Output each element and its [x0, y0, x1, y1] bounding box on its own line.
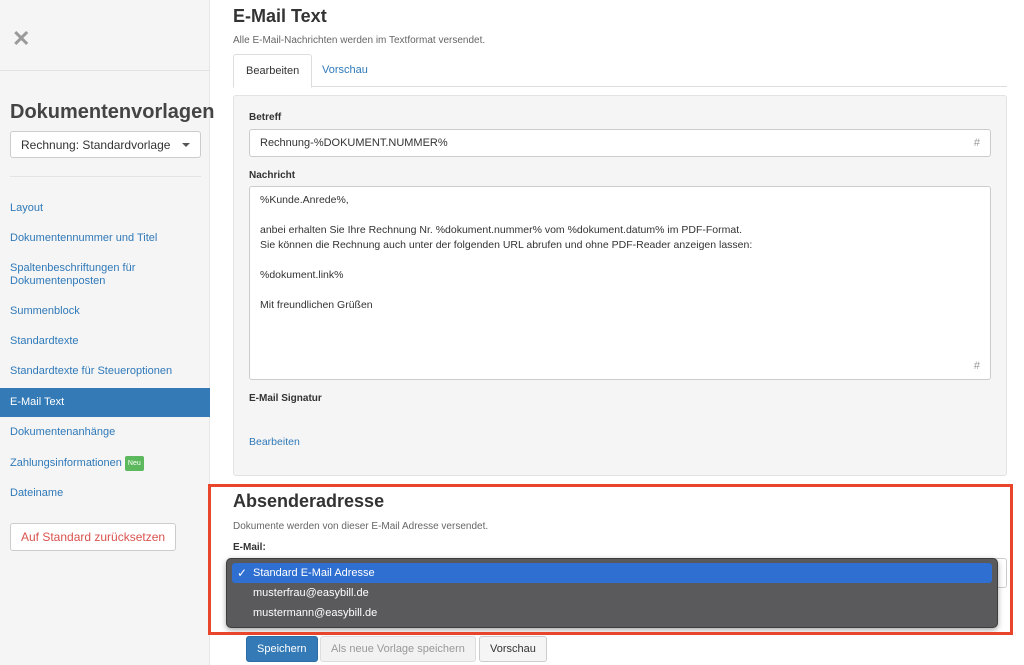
message-line: anbei erhalten Sie Ihre Rechnung Nr. %do…: [260, 224, 743, 236]
message-textarea[interactable]: %Kunde.Anrede%, anbei erhalten Sie Ihre …: [249, 186, 991, 380]
sender-section-title: Absenderadresse: [233, 491, 385, 511]
sidebar-item-label: Layout: [10, 202, 44, 214]
sidebar-item-label: Dateiname: [10, 487, 64, 499]
checkmark-icon: ✓: [237, 566, 248, 580]
message-line: [260, 283, 752, 298]
close-icon[interactable]: ✕: [12, 26, 30, 52]
tab-edit[interactable]: Bearbeiten: [233, 54, 313, 88]
sidebar-item-payment-info[interactable]: Zahlungsinformationen Neu: [0, 456, 210, 471]
sidebar-item-filename[interactable]: Dateiname: [0, 487, 210, 500]
tab-preview[interactable]: Vorschau: [310, 54, 380, 87]
sidebar-item-label: Dokumentennummer und Titel: [10, 232, 158, 244]
sidebar-item-label: Dokumentenanhänge: [10, 426, 116, 438]
subject-value: Rechnung-%DOKUMENT.NUMMER%: [260, 137, 448, 149]
email-option-mustermann[interactable]: mustermann@easybill.de: [232, 603, 992, 623]
reset-button[interactable]: Auf Standard zurücksetzen: [10, 523, 177, 551]
chevron-down-icon: [182, 143, 190, 147]
divider: [10, 176, 201, 177]
sidebar-item-label: E-Mail Text: [10, 396, 65, 408]
message-label: Nachricht: [249, 170, 296, 181]
template-select-value: Rechnung: Standardvorlage: [21, 138, 171, 152]
save-button[interactable]: Speichern: [246, 636, 318, 662]
message-line: Mit freundlichen Grüßen: [260, 299, 373, 311]
email-option-label: Standard E-Mail Adresse: [253, 567, 375, 579]
page-subtitle: Alle E-Mail-Nachrichten werden im Textfo…: [233, 35, 486, 46]
template-select[interactable]: Rechnung: Standardvorlage: [10, 131, 201, 158]
signature-label: E-Mail Signatur: [249, 393, 322, 404]
sidebar-item-label: Standardtexte für Steueroptionen: [10, 365, 173, 377]
email-editor-panel: Betreff Rechnung-%DOKUMENT.NUMMER% # Nac…: [233, 95, 1007, 476]
save-as-new-template-button[interactable]: Als neue Vorlage speichern: [320, 636, 476, 662]
sidebar-item-standard-texts[interactable]: Standardtexte: [0, 335, 210, 348]
sidebar-item-summary-block[interactable]: Summenblock: [0, 305, 210, 318]
sidebar-item-label: Standardtexte: [10, 335, 79, 347]
email-dropdown-menu: ✓ Standard E-Mail Adresse musterfrau@eas…: [226, 558, 998, 628]
divider: [0, 70, 210, 71]
signature-edit-link[interactable]: Bearbeiten: [249, 436, 300, 448]
sidebar-item-column-labels[interactable]: Spaltenbeschriftungen für Dokumentenpost…: [0, 262, 180, 288]
email-option-musterfrau[interactable]: musterfrau@easybill.de: [232, 583, 992, 603]
subject-label: Betreff: [249, 112, 282, 123]
hash-icon[interactable]: #: [974, 360, 980, 372]
sidebar-item-label: Zahlungsinformationen: [10, 457, 122, 469]
sidebar-item-label: Spaltenbeschriftungen für Dokumentenpost…: [10, 262, 136, 287]
email-option-standard[interactable]: ✓ Standard E-Mail Adresse: [232, 563, 992, 583]
message-line: Sie können die Rechnung auch unter der f…: [260, 239, 753, 251]
sidebar: ✕ Dokumentenvorlagen Rechnung: Standardv…: [0, 0, 214, 665]
new-badge: Neu: [124, 456, 144, 471]
hash-icon[interactable]: #: [974, 137, 980, 149]
message-line: [260, 208, 752, 223]
tab-bar: Bearbeiten Vorschau: [233, 54, 1007, 88]
sidebar-item-email-text[interactable]: E-Mail Text: [0, 388, 210, 417]
sidebar-item-tax-texts[interactable]: Standardtexte für Steueroptionen: [0, 365, 210, 378]
preview-button[interactable]: Vorschau: [479, 636, 547, 662]
sender-section-subtitle: Dokumente werden von dieser E-Mail Adres…: [233, 521, 489, 532]
sidebar-item-attachments[interactable]: Dokumentenanhänge: [0, 426, 210, 439]
email-option-label: musterfrau@easybill.de: [253, 587, 369, 599]
sidebar-title: Dokumentenvorlagen: [10, 101, 215, 123]
message-line: [260, 253, 752, 268]
email-option-label: mustermann@easybill.de: [253, 607, 378, 619]
message-line: %Kunde.Anrede%,: [260, 194, 349, 206]
message-line: %dokument.link%: [260, 269, 344, 281]
subject-input[interactable]: Rechnung-%DOKUMENT.NUMMER% #: [249, 129, 991, 157]
sidebar-item-label: Summenblock: [10, 305, 80, 317]
sidebar-item-document-number[interactable]: Dokumentennummer und Titel: [0, 232, 210, 245]
email-label: E-Mail:: [233, 542, 266, 553]
main-content: E-Mail Text Alle E-Mail-Nachrichten werd…: [210, 0, 1024, 665]
page-title: E-Mail Text: [233, 6, 327, 26]
message-text: %Kunde.Anrede%, anbei erhalten Sie Ihre …: [260, 193, 752, 313]
sidebar-item-layout[interactable]: Layout: [0, 202, 210, 215]
